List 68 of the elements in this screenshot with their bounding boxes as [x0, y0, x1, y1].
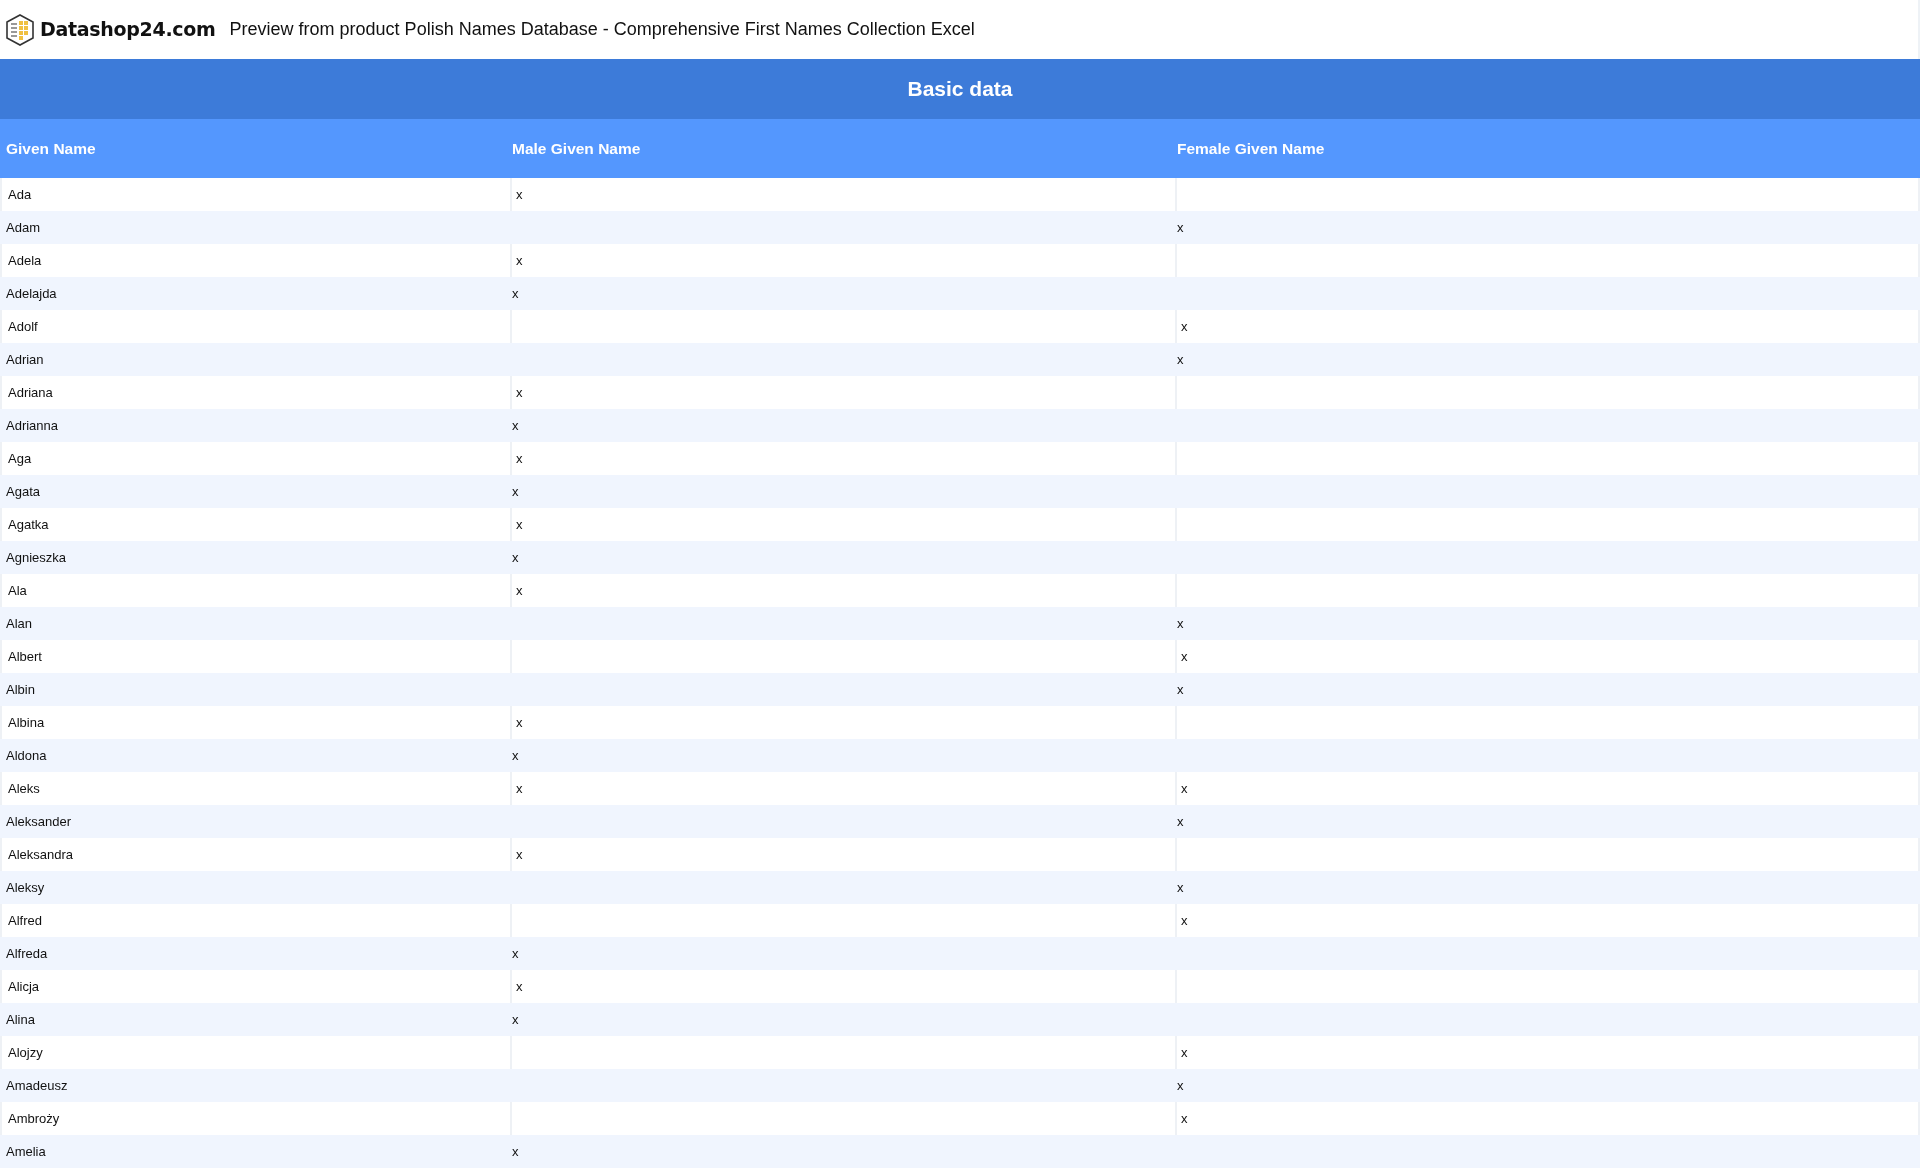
column-header: Given Name: [5, 138, 97, 159]
table-cell-text: x: [516, 383, 523, 402]
table-cell-text: Adelajda: [6, 284, 57, 303]
table-cell-text: Alfred: [8, 911, 42, 930]
table-cell-text: x: [512, 482, 519, 501]
caption-bar: Basic data: [0, 59, 1920, 119]
database-hexagon-icon: [6, 13, 34, 46]
table-cell-text: Ambroży: [8, 1109, 60, 1128]
table-cell-text: Alina: [6, 1010, 35, 1029]
table-cell-text: Agata: [6, 482, 40, 501]
table-cell-text: Alfreda: [6, 944, 48, 963]
table-cell-text: Albert: [8, 647, 42, 666]
table-cell-text: x: [512, 284, 519, 303]
table-cell-text: x: [512, 746, 519, 765]
table-cell-text: Agnieszka: [6, 548, 66, 567]
table-cell-text: Amelia: [6, 1142, 46, 1161]
site-logo[interactable]: Datashop24.com: [6, 13, 216, 46]
table-cell-text: x: [516, 713, 523, 732]
table-cell-text: x: [1177, 1076, 1184, 1095]
table-cell-text: Albina: [8, 713, 45, 732]
table-cell-text: Albin: [6, 680, 35, 699]
table-cell-text: x: [512, 944, 519, 963]
table-cell-text: x: [1181, 647, 1188, 666]
table-cell-text: x: [516, 449, 523, 468]
table-cell-text: x: [1181, 779, 1188, 798]
table-cell-text: Adrian: [6, 350, 44, 369]
table-cell-text: x: [1181, 911, 1188, 930]
table-cell-text: Alicja: [8, 977, 40, 996]
table-cell-text: Adrianna: [6, 416, 59, 435]
table-cell-text: x: [1177, 614, 1184, 633]
table-cell-text: x: [512, 416, 519, 435]
table-cell-text: Ada: [8, 185, 32, 204]
table-cell-text: x: [516, 845, 523, 864]
table-cell-text: x: [516, 779, 523, 798]
table-cell-text: Adolf: [8, 317, 38, 336]
column-header: Male Given Name: [511, 138, 642, 159]
table-cell-text: x: [1177, 218, 1184, 237]
table-cell-text: Ala: [8, 581, 27, 600]
table-cell-text: x: [1177, 812, 1184, 831]
table-cell-text: x: [512, 1142, 519, 1161]
table-cell-text: x: [516, 251, 523, 270]
table-cell-text: Agatka: [8, 515, 49, 534]
table-cell-text: Aleksander: [6, 812, 72, 831]
table-cell-text: Adela: [8, 251, 42, 270]
table-cell-text: x: [1177, 878, 1184, 897]
table-cell-text: x: [512, 1010, 519, 1029]
table-cell-text: Alan: [6, 614, 33, 633]
table-cell-text: Aga: [8, 449, 32, 468]
table-cell-text: Amadeusz: [6, 1076, 68, 1095]
table-cell-text: x: [1177, 680, 1184, 699]
table-cell-text: Adam: [6, 218, 40, 237]
table-cell-text: x: [516, 185, 523, 204]
table-cell-text: Adriana: [8, 383, 53, 402]
page-title: Preview from product Polish Names Database - Comprehensive First Names Collection Excel: [229, 18, 975, 41]
table-cell-text: x: [516, 581, 523, 600]
table-cell-text: Aleks: [8, 779, 40, 798]
column-header: Female Given Name: [1176, 138, 1326, 159]
table-cell-text: Aleksandra: [8, 845, 74, 864]
table-cell-text: x: [1181, 1043, 1188, 1062]
table-cell-text: Aleksy: [6, 878, 45, 897]
table-cell-text: x: [516, 515, 523, 534]
table-cell-text: x: [516, 977, 523, 996]
table-cell-text: Aldona: [6, 746, 47, 765]
table-cell-text: x: [1181, 317, 1188, 336]
table-cell-text: Alojzy: [8, 1043, 43, 1062]
table-cell-text: x: [1181, 1109, 1188, 1128]
table-cell-text: x: [1177, 350, 1184, 369]
table-cell-text: x: [512, 548, 519, 567]
